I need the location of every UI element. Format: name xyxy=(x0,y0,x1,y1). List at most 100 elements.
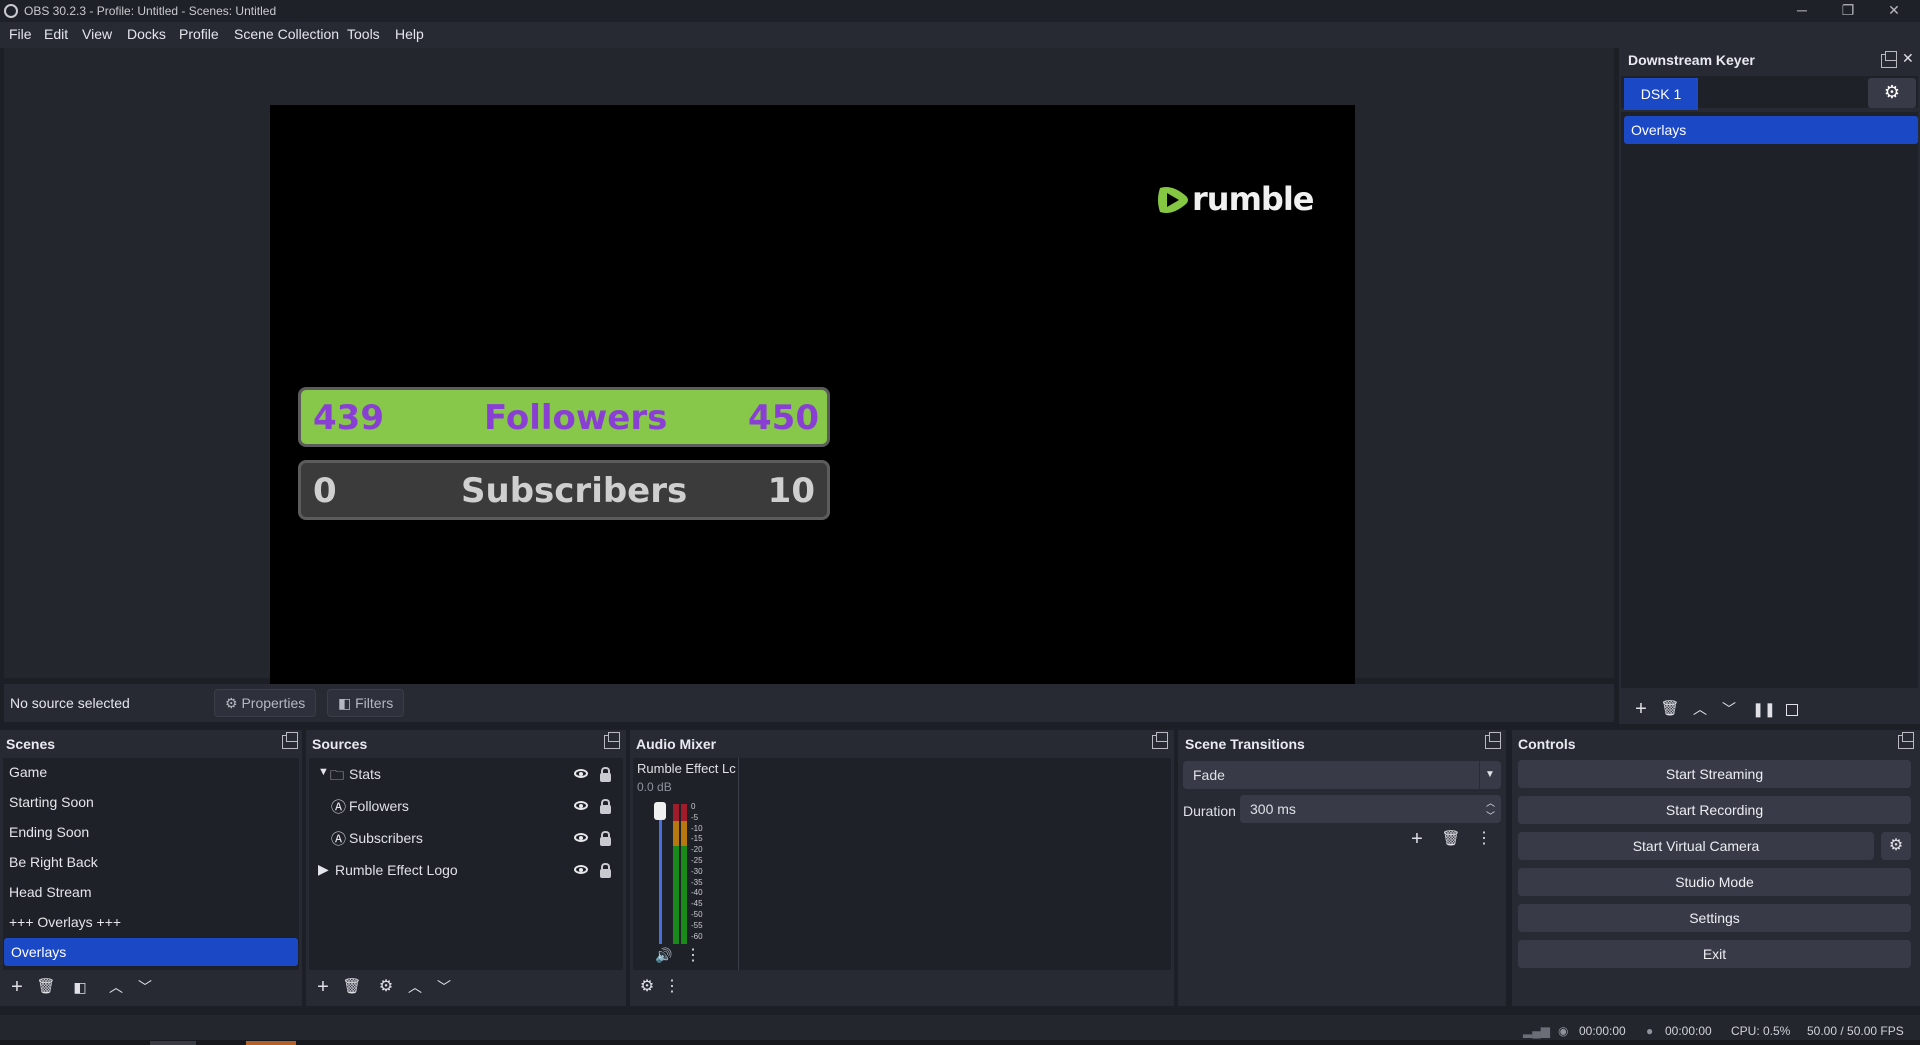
menu-docks[interactable]: Docks xyxy=(127,26,166,42)
mixer-settings-gear-icon[interactable]: ⚙ xyxy=(635,976,659,1000)
source-item-followers[interactable]: Ⓐ Followers xyxy=(309,792,623,820)
followers-current: 439 xyxy=(313,398,384,438)
volume-slider-handle[interactable] xyxy=(654,802,666,820)
scale-tick: -60 xyxy=(691,931,703,941)
properties-button[interactable]: ⚙ Properties xyxy=(214,689,317,717)
scene-trash-icon[interactable]: 🗑 xyxy=(34,976,58,1000)
menu-edit[interactable]: Edit xyxy=(44,26,68,42)
menu-tools[interactable]: Tools xyxy=(347,26,380,42)
dsk-checkbox[interactable] xyxy=(1786,704,1798,716)
dsk-settings-gear-icon[interactable]: ⚙ xyxy=(1868,78,1916,108)
source-label-followers: Followers xyxy=(349,798,409,814)
settings-button[interactable]: Settings xyxy=(1518,904,1911,932)
dsk-move-down-icon[interactable]: ﹀ xyxy=(1717,698,1741,722)
speaker-mute-icon[interactable]: 🔊 xyxy=(655,947,672,964)
dock-close-icon[interactable]: ✕ xyxy=(1902,50,1914,67)
scene-filter-icon[interactable]: ◧ xyxy=(68,976,92,1000)
source-item-subscribers[interactable]: Ⓐ Subscribers xyxy=(309,824,623,852)
start-virtual-camera-button[interactable]: Start Virtual Camera xyxy=(1518,832,1874,860)
scene-item-head-stream[interactable]: Head Stream xyxy=(9,884,91,900)
source-trash-icon[interactable]: 🗑 xyxy=(340,976,364,1000)
close-window-button[interactable]: ✕ xyxy=(1872,0,1916,22)
dsk-scene-item[interactable]: Overlays xyxy=(1624,116,1918,144)
controls-float-icon[interactable] xyxy=(1898,732,1914,749)
scene-item-game[interactable]: Game xyxy=(9,764,47,780)
stream-time: 00:00:00 xyxy=(1579,1024,1626,1038)
dock-float-icon[interactable] xyxy=(1881,51,1897,68)
lock-icon[interactable] xyxy=(600,767,611,782)
spin-down-icon[interactable]: ﹀ xyxy=(1486,809,1495,822)
taskbar-item[interactable] xyxy=(150,1041,196,1045)
dsk-move-up-icon[interactable]: ︿ xyxy=(1688,698,1712,722)
folder-icon: 🗀 xyxy=(330,767,344,783)
dsk-add-icon[interactable]: + xyxy=(1629,698,1653,722)
transition-trash-icon[interactable]: 🗑 xyxy=(1439,828,1463,852)
transition-select[interactable]: Fade ▼ xyxy=(1183,761,1501,789)
source-label-subscribers: Subscribers xyxy=(349,830,423,846)
source-add-icon[interactable]: + xyxy=(311,976,335,1000)
scene-item-be-right-back[interactable]: Be Right Back xyxy=(9,854,98,870)
scene-item-overlays[interactable]: Overlays xyxy=(4,938,298,966)
subscribers-goal: 10 xyxy=(767,471,815,511)
studio-mode-button[interactable]: Studio Mode xyxy=(1518,868,1911,896)
dsk-trash-icon[interactable]: 🗑 xyxy=(1658,698,1682,722)
scale-tick: -50 xyxy=(691,909,703,919)
scene-add-icon[interactable]: + xyxy=(5,976,29,1000)
transitions-float-icon[interactable] xyxy=(1485,732,1501,749)
visibility-eye-icon[interactable] xyxy=(574,865,588,874)
scene-item-starting-soon[interactable]: Starting Soon xyxy=(9,794,94,810)
menu-profile[interactable]: Profile xyxy=(179,26,219,42)
start-recording-button[interactable]: Start Recording xyxy=(1518,796,1911,824)
transition-menu-icon[interactable]: ⋮ xyxy=(1472,828,1496,852)
virtual-camera-gear-icon[interactable]: ⚙ xyxy=(1881,832,1911,860)
channel-menu-icon[interactable]: ⋮ xyxy=(685,945,701,965)
sources-float-icon[interactable] xyxy=(604,732,620,749)
controls-title: Controls xyxy=(1518,736,1576,752)
filters-button[interactable]: ◧ Filters xyxy=(327,689,405,717)
start-streaming-button[interactable]: Start Streaming xyxy=(1518,760,1911,788)
scenes-float-icon[interactable] xyxy=(282,732,298,749)
lock-icon[interactable] xyxy=(600,863,611,878)
rumble-play-icon xyxy=(1158,187,1188,213)
source-item-rumble-effect-logo[interactable]: ▶ Rumble Effect Logo xyxy=(309,856,623,884)
scene-move-down-icon[interactable]: ﹀ xyxy=(133,976,157,1000)
menu-help[interactable]: Help xyxy=(395,26,424,42)
visibility-eye-icon[interactable] xyxy=(574,833,588,842)
menu-scene-collection[interactable]: Scene Collection xyxy=(234,26,339,42)
minimize-button[interactable]: ─ xyxy=(1780,0,1824,22)
scene-move-up-icon[interactable]: ︿ xyxy=(104,976,128,1000)
chevron-right-icon[interactable]: ▶ xyxy=(318,861,329,878)
taskbar-item[interactable] xyxy=(246,1041,296,1045)
window-title: OBS 30.2.3 - Profile: Untitled - Scenes:… xyxy=(24,4,277,18)
duration-label: Duration xyxy=(1183,803,1236,819)
source-properties-gear-icon[interactable]: ⚙ xyxy=(374,976,398,1000)
spin-up-icon[interactable]: ︿ xyxy=(1486,796,1495,809)
preview-canvas[interactable]: rumble 439 Followers 450 0 Subscribers 1… xyxy=(270,105,1355,715)
preview-area[interactable]: rumble 439 Followers 450 0 Subscribers 1… xyxy=(4,48,1614,715)
visibility-eye-icon[interactable] xyxy=(574,769,588,778)
lock-icon[interactable] xyxy=(600,799,611,814)
chevron-down-icon[interactable]: ▼ xyxy=(318,766,329,778)
scene-item-overlays-header[interactable]: +++ Overlays +++ xyxy=(9,914,121,930)
scenes-list: Game Starting Soon Ending Soon Be Right … xyxy=(3,758,299,970)
audio-float-icon[interactable] xyxy=(1152,732,1168,749)
menu-view[interactable]: View xyxy=(82,26,112,42)
exit-button[interactable]: Exit xyxy=(1518,940,1911,968)
lock-icon[interactable] xyxy=(600,831,611,846)
source-move-up-icon[interactable]: ︿ xyxy=(403,976,427,1000)
visibility-eye-icon[interactable] xyxy=(574,801,588,810)
restore-button[interactable]: ❐ xyxy=(1826,0,1870,22)
tab-dsk1[interactable]: DSK 1 xyxy=(1624,78,1698,110)
dsk-pause-icon[interactable]: ❚❚ xyxy=(1752,698,1776,722)
dsk-tab-bar: DSK 1 ⚙ xyxy=(1621,76,1918,110)
duration-spinbox[interactable]: 300 ms ︿ ﹀ xyxy=(1240,795,1501,823)
menu-file[interactable]: File xyxy=(9,26,32,42)
scene-item-ending-soon[interactable]: Ending Soon xyxy=(9,824,89,840)
source-move-down-icon[interactable]: ﹀ xyxy=(432,976,456,1000)
volume-slider-track[interactable] xyxy=(659,804,662,944)
mixer-menu-icon[interactable]: ⋮ xyxy=(660,976,684,1000)
scenes-title: Scenes xyxy=(6,736,56,752)
source-item-stats[interactable]: ▼ 🗀 Stats xyxy=(309,760,623,788)
chevron-down-icon[interactable]: ▼ xyxy=(1485,769,1495,780)
transition-add-icon[interactable]: + xyxy=(1405,828,1429,852)
